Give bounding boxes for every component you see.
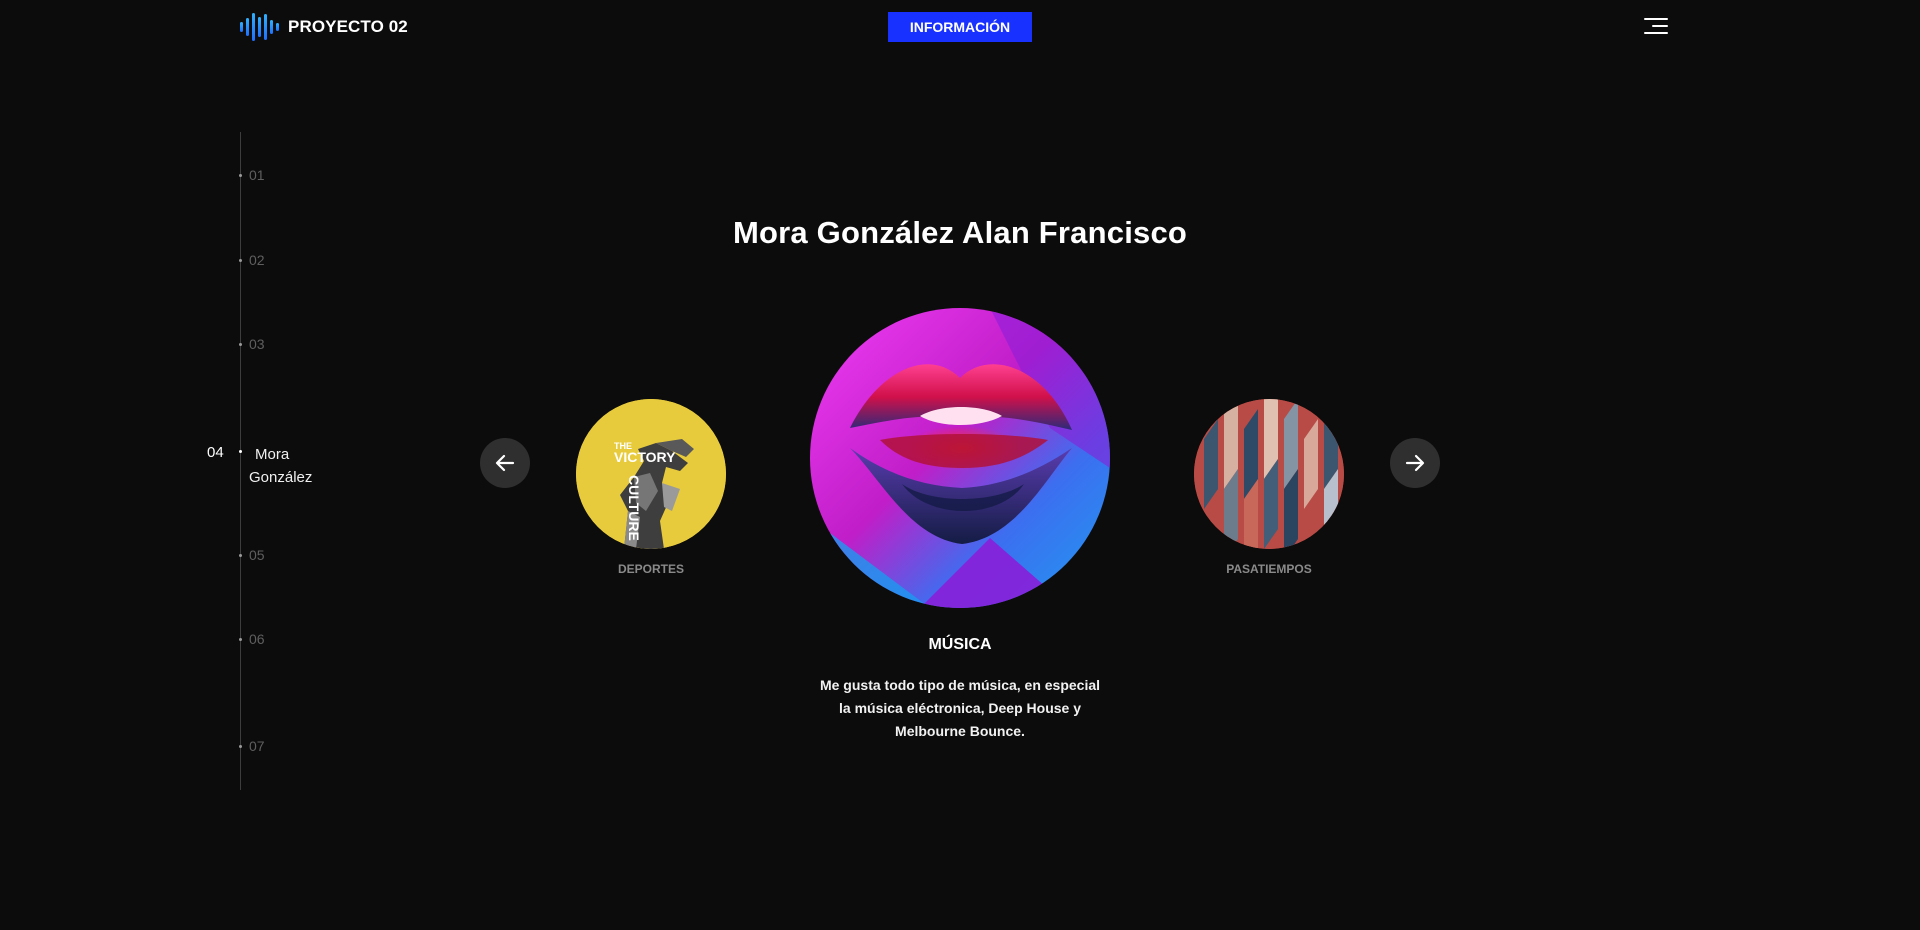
pasatiempos-card-label[interactable]: PASATIEMPOS [1194,562,1344,576]
sidenav-dot [239,450,242,453]
sidenav-number: 01 [249,167,265,183]
geometric-pattern-image [1194,399,1344,549]
section-sidenav: 01 02 03 04 Mora González 05 06 07 [0,132,340,792]
deportes-card-label[interactable]: DEPORTES [576,562,726,576]
sidenav-number: 02 [249,252,265,268]
carousel-prev-button[interactable] [480,438,530,488]
sidenav-number: 07 [249,738,265,754]
sidenav-item-01[interactable]: 01 [239,164,265,186]
musica-card-image[interactable] [810,308,1110,608]
sidenav-number: 05 [249,547,265,563]
hamburger-menu-icon[interactable] [1642,17,1668,37]
site-logo[interactable]: PROYECTO 02 [240,12,408,42]
sidenav-dot [239,744,242,748]
carousel-next-button[interactable] [1390,438,1440,488]
musica-card-label: MÚSICA [928,636,992,653]
poster-text-culture: CULTURE [626,475,642,541]
poster-text-victory: VICTORY [614,449,676,465]
sidenav-active-label: Mora González [249,446,313,486]
sidenav-dot [239,637,242,641]
arrow-right-icon [1405,454,1425,472]
sidenav-dot [239,342,242,346]
victory-statue-image [576,399,726,549]
sidenav-item-05[interactable]: 05 [239,544,265,566]
sidenav-dot [239,553,242,557]
sidenav-number: 04 [207,444,224,461]
sidenav-number: 06 [249,631,265,647]
page-title: Mora González Alan Francisco [732,215,1188,250]
sidenav-dot [239,173,242,177]
musica-description: Me gusta todo tipo de música, en especia… [819,677,1101,739]
sidenav-number: 03 [249,336,265,352]
lips-artwork-image [810,308,1110,608]
logo-text: PROYECTO 02 [288,17,408,36]
info-button[interactable]: INFORMACIÓN [888,12,1032,42]
sound-wave-icon [240,12,279,42]
sidenav-item-02[interactable]: 02 [239,249,265,271]
sidenav-item-07[interactable]: 07 [239,735,265,757]
deportes-card-image[interactable]: THE VICTORY CULTURE [576,399,726,549]
sidenav-dot [239,258,242,262]
sidenav-item-06[interactable]: 06 [239,628,265,650]
pasatiempos-card-image[interactable] [1194,399,1344,549]
sidenav-line [240,132,241,790]
arrow-left-icon [495,454,515,472]
sidenav-item-03[interactable]: 03 [239,333,265,355]
site-header: PROYECTO 02 INFORMACIÓN [0,0,1920,56]
